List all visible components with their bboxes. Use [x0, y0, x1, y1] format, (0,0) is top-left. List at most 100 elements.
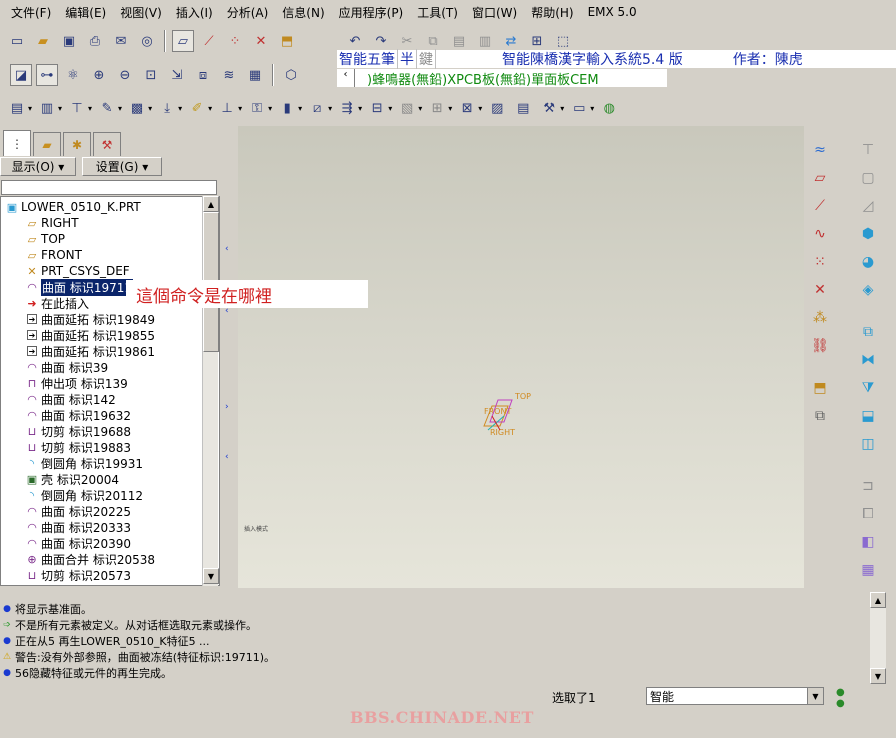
ime-candidate-arrow-icon[interactable]: ‹	[337, 69, 355, 87]
paste-special-icon[interactable]: ▥	[474, 30, 496, 52]
tree-insert-here[interactable]: ➜ 在此插入	[25, 295, 89, 311]
tab-folder-browser[interactable]: ▰	[33, 132, 61, 156]
menu-file[interactable]: 文件(F)	[4, 4, 58, 21]
emx-insert-icon[interactable]: ⊟	[366, 97, 388, 119]
chevron-down-icon[interactable]: ▼	[807, 688, 823, 704]
tree-item[interactable]: ⊔ 切剪 标识20573	[25, 567, 131, 583]
open-file-icon[interactable]: ▰	[32, 30, 54, 52]
emx-hatch-icon[interactable]: ▨	[486, 97, 508, 119]
zoom-in-icon[interactable]: ⊕	[88, 64, 110, 86]
new-file-icon[interactable]: ▭	[6, 30, 28, 52]
chevron-down-icon[interactable]: ▾	[448, 104, 452, 113]
emx-pencil-icon[interactable]: ✐	[186, 97, 208, 119]
tree-item[interactable]: ⊔ 切剪 标识19883	[25, 439, 131, 455]
chevron-down-icon[interactable]: ▾	[560, 104, 564, 113]
expand-right-icon[interactable]: ›	[225, 402, 229, 412]
emx-lifter-icon[interactable]: ⧄	[306, 97, 328, 119]
graphics-window[interactable]: TOP FRONT RIGHT 插入模式	[238, 126, 804, 588]
chevron-down-icon[interactable]: ▾	[148, 104, 152, 113]
scroll-up-icon[interactable]: ▲	[203, 196, 219, 212]
chevron-down-icon[interactable]: ▾	[328, 104, 332, 113]
tree-filter-field[interactable]	[1, 180, 217, 195]
chevron-down-icon[interactable]: ▾	[28, 104, 32, 113]
tree-item[interactable]: ◠ 曲面 标识20225	[25, 503, 131, 519]
tree-item[interactable]: ➔ 曲面延拓 标识19849	[27, 311, 155, 327]
extend-tool-icon[interactable]: ⬓	[856, 404, 880, 428]
emx-pocket-icon[interactable]: ⊠	[456, 97, 478, 119]
pattern-tool-icon[interactable]: ◧	[856, 530, 880, 554]
chevron-down-icon[interactable]: ▾	[358, 104, 362, 113]
emx-tool-icon[interactable]: ⚒	[538, 97, 560, 119]
scroll-down-icon[interactable]: ▼	[870, 668, 886, 684]
grid-tool-icon[interactable]: ▦	[856, 558, 880, 582]
ime-half-width[interactable]: 半	[398, 49, 417, 69]
scroll-down-icon[interactable]: ▼	[203, 568, 219, 584]
draft-tool-icon[interactable]: ⬢	[856, 222, 880, 246]
tree-scrollbar[interactable]: ▲ ▼	[202, 196, 219, 586]
tree-item[interactable]: ◠ 曲面 标识19632	[25, 407, 131, 423]
trim-tool-icon[interactable]: ⧩	[856, 376, 880, 400]
chevron-down-icon[interactable]: ▾	[388, 104, 392, 113]
tab-connections[interactable]: ⚒	[93, 132, 121, 156]
ime-mode[interactable]: 智能五筆	[337, 49, 398, 69]
chevron-down-icon[interactable]: ▾	[238, 104, 242, 113]
solidify-tool-icon[interactable]: ⊐	[856, 474, 880, 498]
csys-tool-icon[interactable]: ✕	[808, 278, 832, 302]
settings-menu-button[interactable]: 设置(G) ▾	[82, 157, 162, 176]
plane-tool-icon[interactable]: ≈	[808, 138, 832, 162]
tree-root[interactable]: ▣ LOWER_0510_K.PRT	[5, 199, 141, 215]
tree-item[interactable]: ◠ 曲面 标识20390	[25, 535, 131, 551]
tree-item[interactable]: ◝ 倒圆角 标识20112	[25, 487, 143, 503]
chevron-down-icon[interactable]: ▾	[88, 104, 92, 113]
layers-icon[interactable]: ≋	[218, 64, 240, 86]
csys-toggle-icon[interactable]: ✕	[250, 30, 272, 52]
thicken-tool-icon[interactable]: ⧠	[856, 502, 880, 526]
zoom-out-icon[interactable]: ⊖	[114, 64, 136, 86]
layer-tool-icon[interactable]: ⧉	[808, 404, 832, 428]
tree-item[interactable]: ◠ 曲面 标识39	[25, 359, 108, 375]
copy-feature-icon[interactable]: ⧉	[856, 320, 880, 344]
expand-icon[interactable]: ➔	[27, 314, 37, 324]
emx-pin-icon[interactable]: ✎	[96, 97, 118, 119]
menu-insert[interactable]: 插入(I)	[169, 4, 220, 21]
tree-item[interactable]: ▱ RIGHT	[25, 215, 79, 231]
spin-center-icon[interactable]: ⊶	[36, 64, 58, 86]
emx-ejector-icon[interactable]: ⤓	[156, 97, 178, 119]
saved-views-icon[interactable]: ⧈	[192, 64, 214, 86]
menu-edit[interactable]: 编辑(E)	[58, 4, 113, 21]
repaint-icon[interactable]: ◎	[136, 30, 158, 52]
tree-item[interactable]: ▱ FRONT	[25, 247, 82, 263]
tree-item[interactable]: ◝ 倒圆角 标识19931	[25, 455, 143, 471]
expand-icon[interactable]: ➔	[27, 346, 37, 356]
menu-emx[interactable]: EMX 5.0	[581, 5, 644, 19]
tree-item[interactable]: ➔ 曲面延拓 标识19855	[27, 327, 155, 343]
paste-icon[interactable]: ▤	[448, 30, 470, 52]
emx-component-icon[interactable]: ▩	[126, 97, 148, 119]
menu-analysis[interactable]: 分析(A)	[220, 4, 276, 21]
chain-tool-icon[interactable]: ⛓	[808, 334, 832, 358]
emx-cooling-icon[interactable]: ⚿	[246, 97, 268, 119]
ime-key[interactable]: 鍵	[417, 49, 436, 69]
emx-sprue-icon[interactable]: ⇶	[336, 97, 358, 119]
message-scrollbar[interactable]: ▲ ▼	[870, 592, 886, 684]
datum-plane-tool-icon[interactable]: ▱	[808, 166, 832, 190]
menu-applications[interactable]: 应用程序(P)	[332, 4, 411, 21]
emx-screw-icon[interactable]: ⊤	[66, 97, 88, 119]
sketch-icon[interactable]: ◪	[10, 64, 32, 86]
collapse-left-icon[interactable]: ‹	[225, 452, 229, 462]
tree-item[interactable]: ⊔ 切剪 标识19688	[25, 423, 131, 439]
ime-candidates[interactable]: )蜂鳴器(無鉛)XPCB板(無鉛)單面板CEM	[367, 69, 599, 88]
scroll-up-icon[interactable]: ▲	[870, 592, 886, 608]
reorient-icon[interactable]: ⇲	[166, 64, 188, 86]
show-menu-button[interactable]: 显示(O) ▾	[0, 157, 76, 176]
rib-tool-icon[interactable]: ◿	[856, 194, 880, 218]
emx-bom-icon[interactable]: ⊞	[426, 97, 448, 119]
emx-assembly-icon[interactable]: ▤	[6, 97, 28, 119]
analysis-tool-icon[interactable]: ⁂	[808, 306, 832, 330]
chamfer-tool-icon[interactable]: ◈	[856, 278, 880, 302]
datum-point-toggle-icon[interactable]: ⁘	[224, 30, 246, 52]
menu-tools[interactable]: 工具(T)	[410, 4, 465, 21]
orient-icon[interactable]: ⚛	[62, 64, 84, 86]
view-manager-icon[interactable]: ▦	[244, 64, 266, 86]
menu-info[interactable]: 信息(N)	[275, 4, 331, 21]
